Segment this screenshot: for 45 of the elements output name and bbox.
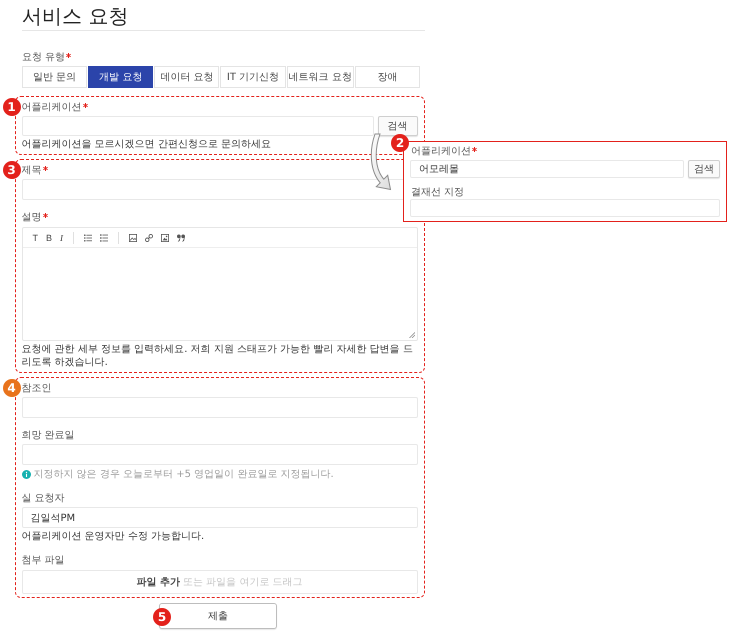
field-label: 제목 [22, 164, 42, 177]
search-button[interactable]: 검색 [688, 160, 720, 178]
request-type-tab[interactable]: 개발 요청 [88, 66, 154, 88]
request-type-tab[interactable]: 일반 문의 [22, 66, 88, 88]
resize-handle-icon[interactable] [408, 332, 414, 338]
field-label: 요청 유형 [22, 51, 66, 64]
help-text: 어플리케이션을 모르시겠으면 간편신청으로 문의하세요 [22, 138, 272, 151]
file-dropzone[interactable]: 파일 추가 또는 파일을 여기로 드래그 [22, 570, 418, 594]
text-input[interactable]: 김일석PM [22, 507, 418, 528]
request-type-tab[interactable]: 장애 [354, 66, 420, 88]
field-label: 첨부 파일 [22, 554, 65, 567]
info-icon [22, 470, 30, 479]
field-label: 희망 완료일 [22, 429, 75, 442]
text-style-button[interactable]: T [32, 232, 38, 242]
info-text: 지정하지 않은 경우 오늘로부터 +5 영업일이 완료일로 지정됩니다. [34, 468, 334, 481]
help-text: 요청에 관한 세부 정보를 입력하세요. 저희 지원 스태프가 가능한 빨리 자세한 답변을 드리도록 하겠습니다. [22, 343, 414, 369]
field-label: 어플리케이션 [411, 145, 471, 158]
numbered-list-icon[interactable] [100, 234, 108, 242]
help-text: 어플리케이션 운영자만 수정 가능합니다. [22, 530, 204, 543]
add-file-link[interactable]: 파일 추가 [136, 575, 180, 589]
field-label: 설명 [22, 211, 42, 224]
italic-button[interactable]: I [60, 232, 64, 242]
bullet-list-icon[interactable] [84, 234, 92, 242]
field-label: 참조인 [22, 382, 52, 395]
field-label: 실 요청자 [22, 492, 65, 505]
step-marker: 3 [2, 161, 20, 179]
link-icon[interactable] [145, 234, 154, 242]
step-marker: 5 [153, 608, 171, 626]
text-input[interactable]: 어모레몰 [410, 160, 684, 178]
bold-button[interactable]: B [46, 232, 52, 242]
image-icon[interactable] [129, 234, 138, 242]
picture-frame-icon[interactable] [161, 234, 170, 242]
step-marker: 4 [2, 379, 20, 397]
text-input[interactable] [22, 116, 374, 136]
search-button[interactable]: 검색 [378, 116, 418, 136]
dropzone-hint: 또는 파일을 여기로 드래그 [182, 576, 303, 589]
field-label: 어플리케이션 [22, 101, 82, 114]
quote-icon[interactable] [177, 234, 186, 242]
request-type-tab[interactable]: IT 기기신청 [220, 66, 286, 88]
field-label: 결재선 지정 [411, 186, 464, 199]
step-marker: 2 [391, 134, 409, 152]
request-type-tab[interactable]: 데이터 요청 [154, 66, 220, 88]
request-type-tab[interactable]: 네트워크 요청 [286, 66, 354, 88]
step-marker: 1 [2, 98, 20, 116]
page-title: 서비스 요청 [22, 4, 425, 31]
